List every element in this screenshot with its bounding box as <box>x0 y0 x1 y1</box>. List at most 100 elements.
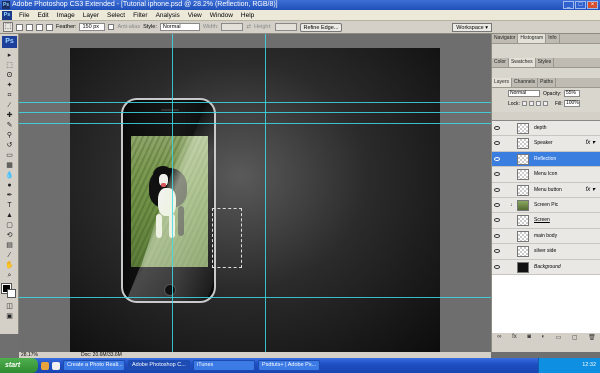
path-select-icon[interactable]: ▲ <box>2 211 17 220</box>
workspace-button[interactable]: Workspace ▾ <box>452 23 492 32</box>
subtract-selection-icon[interactable] <box>36 23 43 31</box>
layer-row[interactable]: Screen <box>492 213 600 229</box>
clone-stamp-icon[interactable]: ⚲ <box>2 131 17 140</box>
eyedropper-icon[interactable]: ⁄ <box>2 251 17 260</box>
blur-tool-icon[interactable]: 💧 <box>2 171 17 180</box>
shape-tool-icon[interactable]: ▢ <box>2 221 17 230</box>
layer-row[interactable]: ↓ Screen Pic <box>492 197 600 214</box>
fx-icon[interactable]: fx ▾ <box>586 186 595 193</box>
marquee-tool-icon[interactable]: ⬚ <box>2 61 17 70</box>
guide-vertical[interactable] <box>265 34 266 352</box>
screen-mode-icon[interactable]: ▣ <box>2 312 17 321</box>
task-psdtuts[interactable]: Psdtuts+ | Adobe Ps... <box>258 360 320 371</box>
menu-window[interactable]: Window <box>206 12 237 19</box>
menu-analysis[interactable]: Analysis <box>152 12 184 19</box>
close-button[interactable]: × <box>587 1 598 9</box>
layer-row[interactable]: Menu button fx ▾ <box>492 182 600 198</box>
lock-position-icon[interactable] <box>536 101 541 106</box>
height-input[interactable] <box>274 23 297 31</box>
tab-info[interactable]: Info <box>546 34 560 43</box>
magic-wand-icon[interactable]: ✦ <box>2 81 17 90</box>
zoom-tool-icon[interactable]: ⌕ <box>2 271 17 280</box>
quick-mask-icon[interactable]: ◫ <box>2 302 17 311</box>
marquee-preset-icon[interactable]: ⬚ <box>3 22 13 32</box>
menu-layer[interactable]: Layer <box>79 12 103 19</box>
3d-rotate-icon[interactable]: ⟲ <box>2 231 17 240</box>
tab-styles[interactable]: Styles <box>536 58 555 67</box>
layer-row[interactable]: Menu Icon <box>492 167 600 183</box>
menu-edit[interactable]: Edit <box>33 12 52 19</box>
marquee-selection[interactable] <box>212 208 242 268</box>
document-canvas[interactable] <box>70 48 440 354</box>
desktop-icon[interactable] <box>52 361 60 370</box>
tab-swatches[interactable]: Swatches <box>508 58 536 67</box>
tab-layers[interactable]: Layers <box>492 78 513 87</box>
guide-vertical[interactable] <box>172 34 173 352</box>
minimize-button[interactable]: _ <box>563 1 574 9</box>
task-itunes[interactable]: iTunes <box>193 360 255 371</box>
eye-icon[interactable] <box>494 126 500 130</box>
guide-horizontal[interactable] <box>19 297 491 298</box>
lasso-tool-icon[interactable]: ʘ <box>2 71 17 80</box>
background-color-swatch[interactable] <box>7 289 16 298</box>
feather-input[interactable]: 150 px <box>79 23 106 31</box>
menu-help[interactable]: Help <box>237 12 258 19</box>
menu-select[interactable]: Select <box>103 12 129 19</box>
add-mask-icon[interactable]: ◙ <box>527 334 531 344</box>
adjustment-icon[interactable]: ◐ <box>541 334 545 344</box>
eye-icon[interactable] <box>494 202 500 207</box>
add-selection-icon[interactable] <box>26 23 33 31</box>
lock-all-icon[interactable] <box>543 101 548 106</box>
menu-file[interactable]: File <box>15 12 33 19</box>
guide-horizontal[interactable] <box>19 102 491 103</box>
menu-view[interactable]: View <box>184 12 206 19</box>
move-tool-icon[interactable]: ▸ <box>2 51 17 60</box>
tab-navigator[interactable]: Navigator <box>492 34 519 43</box>
eye-icon[interactable] <box>494 218 500 223</box>
healing-brush-icon[interactable]: ✚ <box>2 111 17 120</box>
dodge-tool-icon[interactable]: ● <box>2 181 17 190</box>
fill-input[interactable]: 100% <box>564 100 580 107</box>
slice-tool-icon[interactable]: ∕ <box>2 101 17 110</box>
opacity-input[interactable]: 55% <box>564 90 580 97</box>
layer-row[interactable]: depth <box>492 121 600 137</box>
new-group-icon[interactable]: ▭ <box>556 334 562 344</box>
brush-tool-icon[interactable]: ✎ <box>2 121 17 130</box>
lock-pixels-icon[interactable] <box>529 101 534 106</box>
new-selection-icon[interactable] <box>16 23 23 31</box>
trash-icon[interactable]: 🗑 <box>588 334 596 344</box>
layer-row[interactable]: Background <box>492 259 600 275</box>
swap-icon[interactable]: ⇄ <box>246 24 251 30</box>
layer-row[interactable]: Reflection <box>492 151 600 168</box>
blend-mode-select[interactable]: Normal <box>508 90 540 97</box>
eye-icon[interactable] <box>494 141 500 146</box>
layer-row[interactable]: main body <box>492 228 600 245</box>
tab-paths[interactable]: Paths <box>538 78 556 87</box>
history-brush-icon[interactable]: ↺ <box>2 141 17 150</box>
color-swatches[interactable] <box>1 283 17 298</box>
intersect-selection-icon[interactable] <box>46 23 53 31</box>
guide-horizontal[interactable] <box>19 112 491 113</box>
task-photoshop[interactable]: Adobe Photoshop C... <box>128 360 190 371</box>
notes-tool-icon[interactable]: ▤ <box>2 241 17 250</box>
crop-tool-icon[interactable]: ⌗ <box>2 91 17 100</box>
guide-horizontal[interactable] <box>19 123 491 124</box>
type-tool-icon[interactable]: T <box>2 201 17 210</box>
width-input[interactable] <box>221 23 244 31</box>
eye-icon[interactable] <box>494 264 500 269</box>
tab-channels[interactable]: Channels <box>512 78 539 87</box>
firefox-icon[interactable] <box>41 361 49 370</box>
tab-color[interactable]: Color <box>492 58 509 67</box>
eye-icon[interactable] <box>494 187 500 192</box>
start-button[interactable]: start <box>0 358 38 373</box>
hand-tool-icon[interactable]: ✋ <box>2 261 17 270</box>
pen-tool-icon[interactable]: ✒ <box>2 191 17 200</box>
add-style-icon[interactable]: fx <box>512 334 517 344</box>
style-select[interactable]: Normal <box>159 23 200 31</box>
fx-icon[interactable]: fx ▾ <box>586 139 595 146</box>
link-layers-icon[interactable]: ∞ <box>497 334 501 344</box>
layer-row[interactable]: silver side <box>492 244 600 260</box>
eye-icon[interactable] <box>494 172 500 177</box>
menu-filter[interactable]: Filter <box>129 12 151 19</box>
refine-edge-button[interactable]: Refine Edge... <box>299 22 343 32</box>
